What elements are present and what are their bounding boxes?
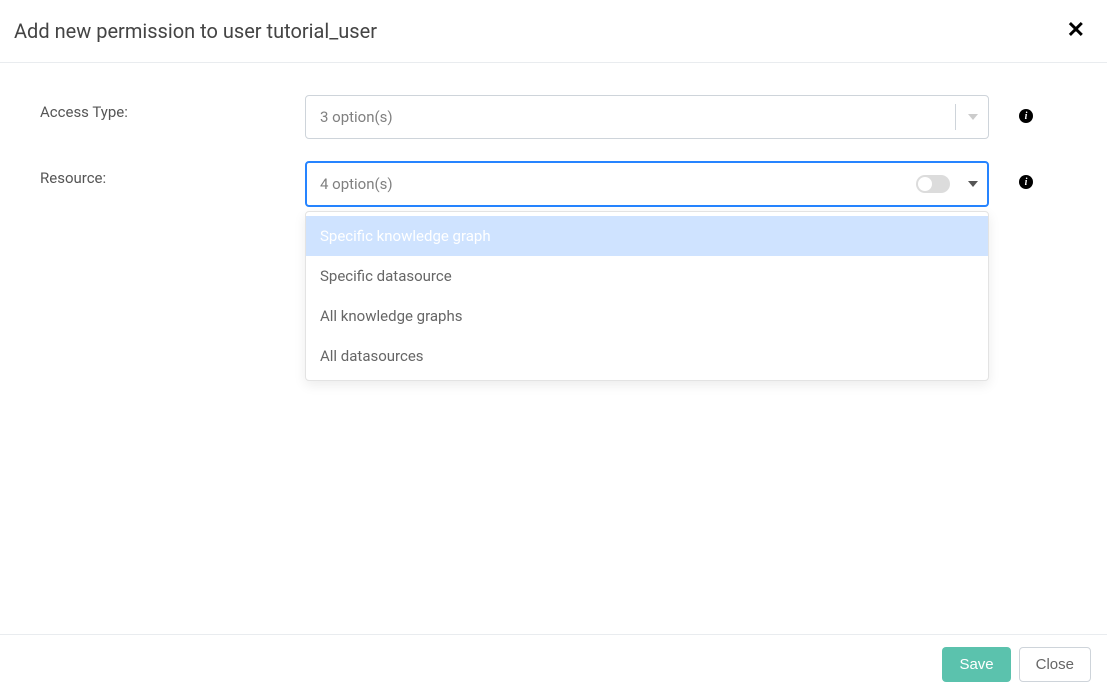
chevron-down-icon <box>968 114 978 120</box>
resource-value: 4 option(s) <box>320 175 916 193</box>
resource-select-wrapper: 4 option(s) Specific knowledge graph Spe… <box>305 161 989 207</box>
dialog-content: Access Type: 3 option(s) i Resource: 4 o… <box>0 63 1107 207</box>
resource-option-all-kg[interactable]: All knowledge graphs <box>306 296 988 336</box>
resource-option-specific-kg[interactable]: Specific knowledge graph <box>306 216 988 256</box>
close-button[interactable]: Close <box>1019 647 1091 682</box>
toggle-knob <box>918 177 932 191</box>
info-icon[interactable]: i <box>1019 175 1033 189</box>
access-type-select[interactable]: 3 option(s) <box>305 95 989 139</box>
resource-dropdown: Specific knowledge graph Specific dataso… <box>305 211 989 381</box>
access-type-chevron-container <box>955 104 978 130</box>
resource-row: Resource: 4 option(s) Specific knowledge… <box>40 161 1067 207</box>
resource-toggle[interactable] <box>916 175 950 193</box>
resource-option-all-ds[interactable]: All datasources <box>306 336 988 376</box>
access-type-label: Access Type: <box>40 95 305 121</box>
access-type-row: Access Type: 3 option(s) i <box>40 95 1067 139</box>
resource-select[interactable]: 4 option(s) <box>305 161 989 207</box>
info-icon[interactable]: i <box>1019 109 1033 123</box>
access-type-select-wrapper: 3 option(s) <box>305 95 989 139</box>
chevron-down-icon <box>968 181 978 187</box>
close-icon[interactable]: ✕ <box>1061 18 1091 44</box>
dialog-header: Add new permission to user tutorial_user… <box>0 0 1107 63</box>
access-type-value: 3 option(s) <box>320 108 955 126</box>
resource-label: Resource: <box>40 161 305 187</box>
save-button[interactable]: Save <box>942 647 1010 682</box>
resource-chevron-container <box>956 171 978 197</box>
resource-option-specific-ds[interactable]: Specific datasource <box>306 256 988 296</box>
dialog-footer: Save Close <box>0 634 1107 694</box>
dialog-title: Add new permission to user tutorial_user <box>14 19 377 43</box>
